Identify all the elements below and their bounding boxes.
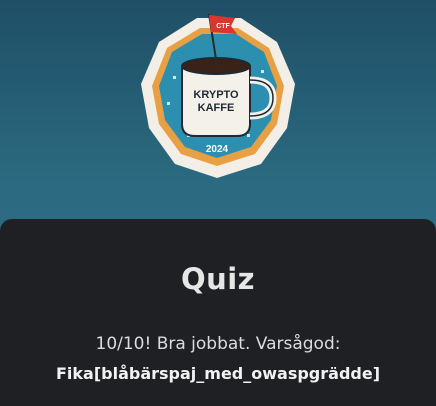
mug-text-line1: KRYPTO (193, 89, 239, 101)
flag-text: CTF (216, 23, 230, 30)
quiz-result-message: 10/10! Bra jobbat. Varsågod: (95, 334, 341, 354)
coffee-mug-badge-icon: CTF KRYPTO KAFFE 2024 (141, 13, 295, 178)
krypto-kaffe-logo: CTF KRYPTO KAFFE 2024 (137, 6, 299, 186)
badge-year: 2024 (206, 144, 229, 155)
mug-text-line2: KAFFE (198, 102, 235, 114)
quiz-title: Quiz (180, 262, 256, 296)
quiz-flag: Fika[blåbärspaj_med_owaspgrädde] (55, 364, 381, 383)
